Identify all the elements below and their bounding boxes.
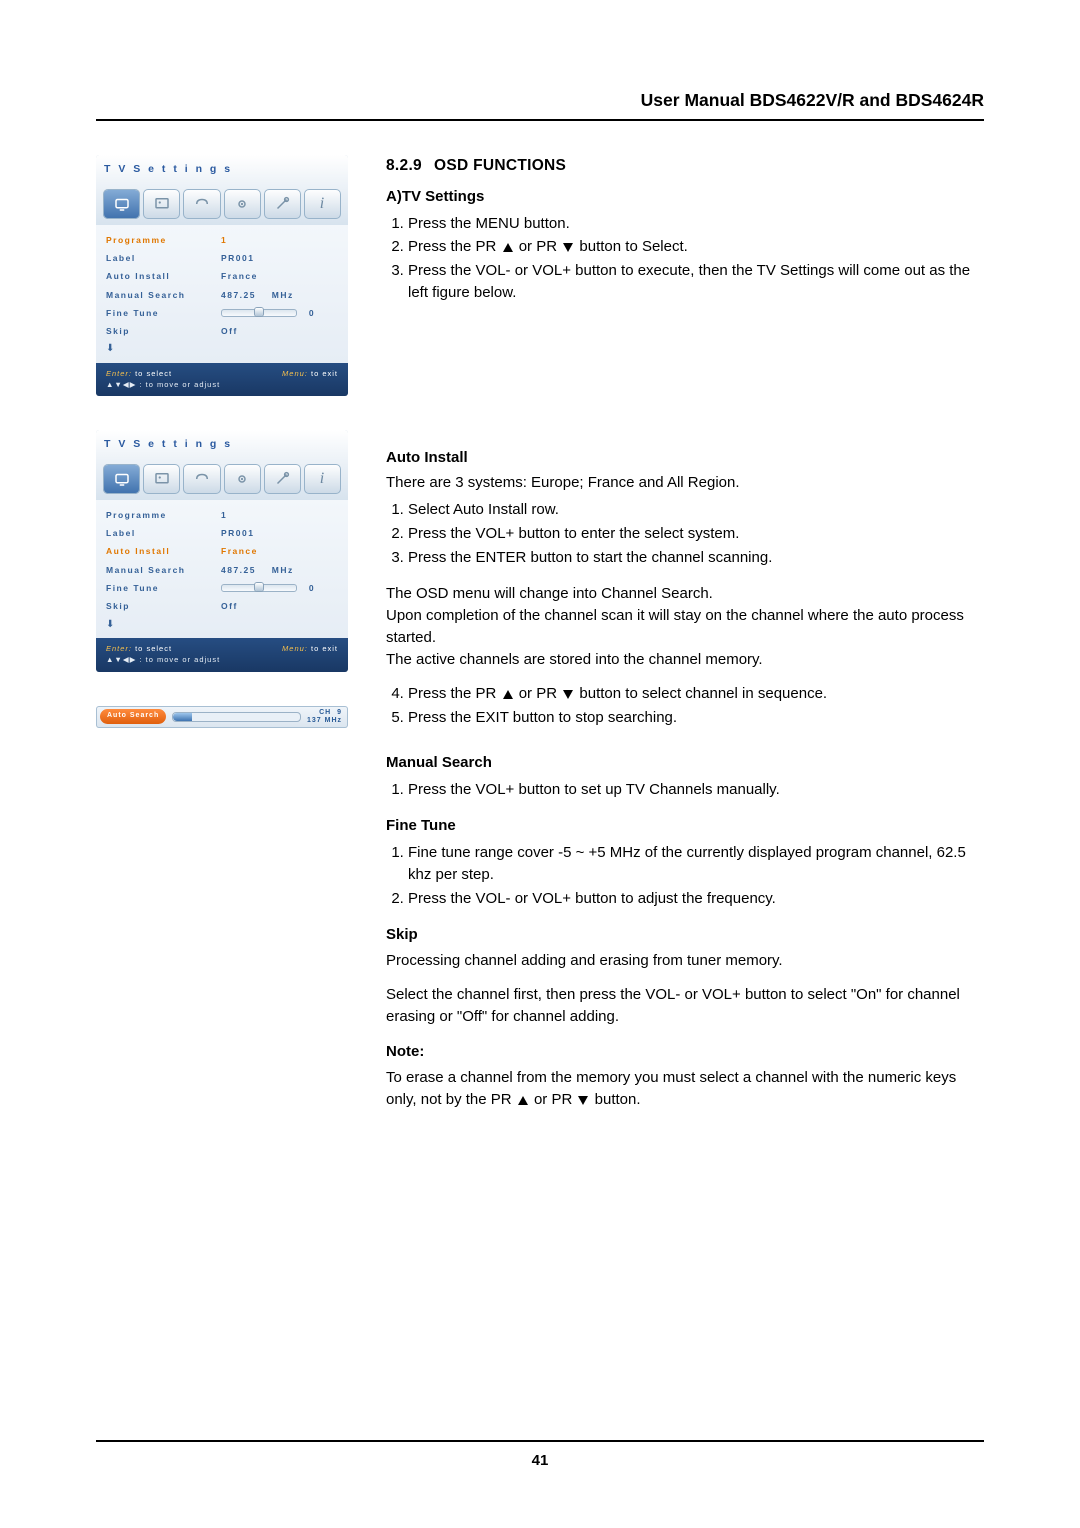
tools-icon [264, 189, 301, 219]
osd-row-fine-tune: Fine Tune 0 [96, 579, 348, 597]
info-icon: i [304, 464, 341, 494]
osd-row-programme: Programme 1 [96, 506, 348, 524]
manual-search-heading: Manual Search [386, 752, 984, 774]
osd-tv-settings-1: T V S e t t i n g s i Programme 1 Labe [96, 155, 348, 396]
manual-search-steps: Press the VOL+ button to set up TV Chann… [386, 778, 984, 802]
step: Press the VOL- or VOL+ button to execute… [408, 259, 984, 305]
step: Press the PR or PR button to select chan… [408, 682, 984, 706]
auto-install-heading: Auto Install [386, 447, 984, 469]
down-triangle-icon [563, 243, 573, 252]
osd-row-skip: Skip Off [96, 322, 348, 340]
osd-row-fine-tune: Fine Tune 0 [96, 304, 348, 322]
note-heading: Note: [386, 1041, 984, 1063]
auto-install-steps-a: Select Auto Install row. Press the VOL+ … [386, 498, 984, 569]
osd-row-label: Label PR001 [96, 524, 348, 542]
step: Press the VOL- or VOL+ button to adjust … [408, 887, 984, 911]
sound-icon [183, 189, 220, 219]
scroll-down-icon: ⬇ [96, 340, 348, 361]
osd-auto-search-bar: Auto Search CH 9 137 MHz [96, 706, 348, 728]
osd-row-auto-install: Auto Install France [96, 542, 348, 560]
osd-row-skip: Skip Off [96, 597, 348, 615]
up-triangle-icon [503, 243, 513, 252]
auto-search-progress [172, 712, 301, 722]
page-number: 41 [96, 1450, 984, 1472]
para: The active channels are stored into the … [386, 649, 984, 671]
section-heading: 8.2.9OSD FUNCTIONS [386, 155, 984, 177]
tv-settings-steps: Press the MENU button. Press the PR or P… [386, 212, 984, 305]
step: Press the EXIT button to stop searching. [408, 706, 984, 730]
auto-install-intro: There are 3 systems: Europe; France and … [386, 472, 984, 494]
page-header: User Manual BDS4622V/R and BDS4624R [96, 88, 984, 119]
osd-tv-settings-2: T V S e t t i n g s i Programme 1 Labe [96, 430, 348, 671]
scroll-down-icon: ⬇ [96, 616, 348, 637]
up-triangle-icon [503, 690, 513, 699]
auto-search-meta: CH 9 137 MHz [307, 709, 342, 725]
picture-icon [143, 464, 180, 494]
osd-icon-row: i [96, 458, 348, 500]
osd-title: T V S e t t i n g s [96, 155, 348, 182]
skip-heading: Skip [386, 924, 984, 946]
para: Upon completion of the channel scan it w… [386, 605, 984, 649]
step: Press the PR or PR button to Select. [408, 235, 984, 259]
osd-footer: Enter: to select▲▼◀▶ : to move or adjust… [96, 638, 348, 672]
setup-icon [224, 189, 261, 219]
tv-settings-icon [103, 464, 140, 494]
step: Press the VOL+ button to enter the selec… [408, 522, 984, 546]
osd-title: T V S e t t i n g s [96, 430, 348, 457]
step: Select Auto Install row. [408, 498, 984, 522]
setup-icon [224, 464, 261, 494]
down-triangle-icon [563, 690, 573, 699]
osd-row-manual-search: Manual Search 487.25 MHz [96, 286, 348, 304]
auto-search-pill: Auto Search [100, 709, 166, 723]
note-text: To erase a channel from the memory you m… [386, 1067, 984, 1111]
para: Select the channel first, then press the… [386, 984, 984, 1028]
tv-settings-icon [103, 189, 140, 219]
para: Processing channel adding and erasing fr… [386, 950, 984, 972]
fine-tune-slider [221, 309, 297, 317]
osd-row-manual-search: Manual Search 487.25 MHz [96, 561, 348, 579]
osd-row-auto-install: Auto Install France [96, 267, 348, 285]
picture-icon [143, 189, 180, 219]
fine-tune-heading: Fine Tune [386, 815, 984, 837]
osd-icon-row: i [96, 183, 348, 225]
header-divider [96, 119, 984, 121]
osd-footer: Enter: to select▲▼◀▶ : to move or adjust… [96, 363, 348, 397]
step: Press the MENU button. [408, 212, 984, 236]
tv-settings-heading: A)TV Settings [386, 186, 984, 208]
step: Fine tune range cover -5 ~ +5 MHz of the… [408, 841, 984, 887]
info-icon: i [304, 189, 341, 219]
sound-icon [183, 464, 220, 494]
fine-tune-slider [221, 584, 297, 592]
down-triangle-icon [578, 1096, 588, 1105]
osd-row-label: Label PR001 [96, 249, 348, 267]
auto-install-steps-b: Press the PR or PR button to select chan… [386, 682, 984, 730]
tools-icon [264, 464, 301, 494]
osd-row-programme: Programme 1 [96, 231, 348, 249]
footer-divider [96, 1440, 984, 1442]
step: Press the ENTER button to start the chan… [408, 546, 984, 570]
step: Press the VOL+ button to set up TV Chann… [408, 778, 984, 802]
fine-tune-steps: Fine tune range cover -5 ~ +5 MHz of the… [386, 841, 984, 910]
up-triangle-icon [518, 1096, 528, 1105]
para: The OSD menu will change into Channel Se… [386, 583, 984, 605]
